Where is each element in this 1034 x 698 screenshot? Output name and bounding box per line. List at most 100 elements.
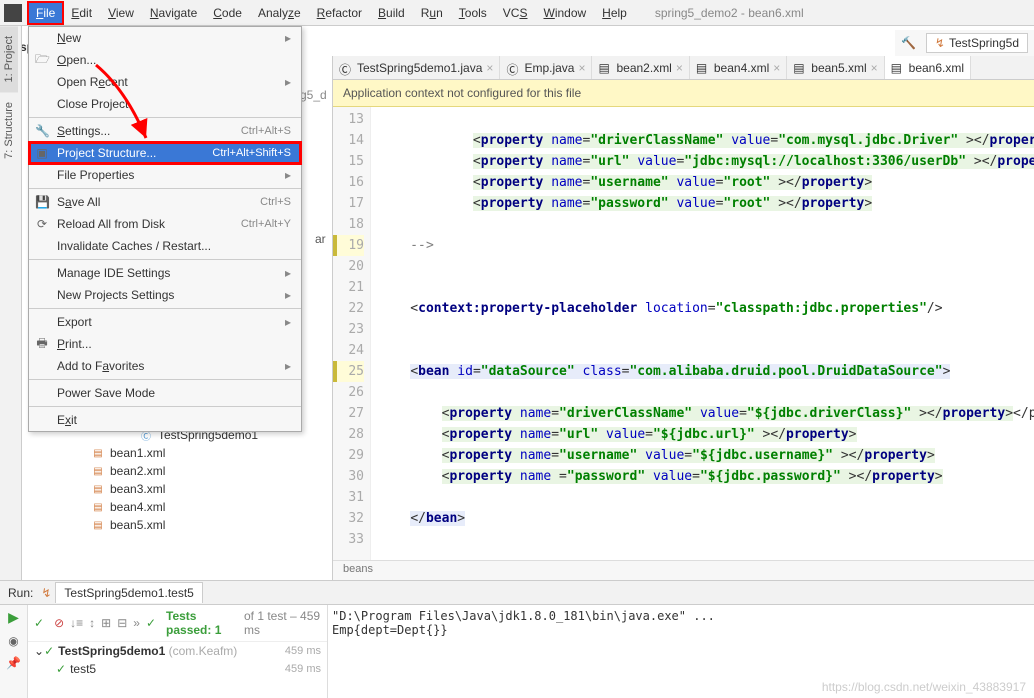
menu-view[interactable]: View <box>100 2 142 24</box>
menu-close-project[interactable]: Close Project <box>29 93 301 115</box>
menu-export[interactable]: Export▸ <box>29 311 301 333</box>
tree-file-bean5[interactable]: ▤bean5.xml <box>22 516 332 534</box>
run-config-selector[interactable]: ↯TestSpring5d <box>926 33 1028 53</box>
file-tabs: ⒸTestSpring5demo1.java× ⒸEmp.java× ▤bean… <box>333 56 1034 80</box>
close-icon[interactable]: × <box>871 61 878 75</box>
gutter: 1314151617181920212223242526272829303132… <box>333 107 371 560</box>
menu-code[interactable]: Code <box>205 2 250 24</box>
partial-5d: g5_d <box>300 88 327 102</box>
tab-structure[interactable]: 7: Structure <box>0 92 18 169</box>
tab-project[interactable]: 1: Project <box>0 26 18 92</box>
menu-help[interactable]: Help <box>594 2 635 24</box>
fail-icon[interactable]: ⊘ <box>54 616 64 630</box>
menu-vcs[interactable]: VCS <box>495 2 536 24</box>
run-header: Run: ↯ TestSpring5demo1.test5 <box>0 581 1034 605</box>
test-root[interactable]: ⌄✓TestSpring5demo1 (com.Keafm)459 ms <box>28 642 327 660</box>
output-line: "D:\Program Files\Java\jdk1.8.0_181\bin\… <box>332 609 1030 623</box>
pin-icon[interactable]: 📌 <box>6 656 21 670</box>
menu-navigate[interactable]: Navigate <box>142 2 205 24</box>
filter-icon[interactable]: ↕ <box>89 616 95 630</box>
tab-bean4[interactable]: ▤bean4.xml× <box>690 56 787 79</box>
tab-bean2[interactable]: ▤bean2.xml× <box>592 56 689 79</box>
menu-refactor[interactable]: Refactor <box>309 2 370 24</box>
menu-invalidate[interactable]: Invalidate Caches / Restart... <box>29 235 301 257</box>
menu-bar: File Edit View Navigate Code Analyze Ref… <box>0 0 1034 26</box>
sort-icon[interactable]: ↓≡ <box>70 616 83 630</box>
close-icon[interactable]: × <box>578 61 585 75</box>
test-tree: ✓ ⊘ ↓≡ ↕ ⊞ ⊟ » ✓Tests passed: 1 of 1 tes… <box>28 605 328 698</box>
watermark: https://blog.csdn.net/weixin_43883917 <box>822 680 1026 694</box>
tree-file-bean3[interactable]: ▤bean3.xml <box>22 480 332 498</box>
test-toolbar: ✓ ⊘ ↓≡ ↕ ⊞ ⊟ » ✓Tests passed: 1 of 1 tes… <box>28 605 327 642</box>
context-warning: Application context not configured for t… <box>333 80 1034 107</box>
menu-window[interactable]: Window <box>535 2 594 24</box>
code-content[interactable]: <property name="driverClassName" value="… <box>371 107 1034 560</box>
build-icon[interactable]: 🔨 <box>901 36 916 50</box>
close-icon[interactable]: × <box>773 61 780 75</box>
class-icon: Ⓒ <box>506 61 520 75</box>
run-tab[interactable]: TestSpring5demo1.test5 <box>55 582 202 603</box>
folder-icon: 🗁 <box>35 50 49 71</box>
menu-settings[interactable]: 🔧Settings...Ctrl+Alt+S <box>29 120 301 142</box>
tree-file-bean2[interactable]: ▤bean2.xml <box>22 462 332 480</box>
tab-testspring5demo1[interactable]: ⒸTestSpring5demo1.java× <box>333 56 500 79</box>
tab-emp[interactable]: ⒸEmp.java× <box>500 56 592 79</box>
menu-new[interactable]: New▸ <box>29 27 301 49</box>
xml-icon: ▤ <box>90 499 106 515</box>
structure-icon: ▣ <box>35 146 49 160</box>
xml-icon: ▤ <box>90 517 106 533</box>
menu-manage-ide[interactable]: Manage IDE Settings▸ <box>29 262 301 284</box>
tree-file-bean1[interactable]: ▤bean1.xml <box>22 444 332 462</box>
reload-icon: ⟳ <box>35 217 49 231</box>
close-icon[interactable]: × <box>676 61 683 75</box>
menu-build[interactable]: Build <box>370 2 413 24</box>
menu-exit[interactable]: Exit <box>29 409 301 431</box>
window-title: spring5_demo2 - bean6.xml <box>655 6 804 20</box>
menu-power-save[interactable]: Power Save Mode <box>29 382 301 404</box>
menu-file-properties[interactable]: File Properties▸ <box>29 164 301 186</box>
file-menu-dropdown: New▸ 🗁Open... Open Recent▸ Close Project… <box>28 26 302 432</box>
save-icon: 💾 <box>35 195 49 209</box>
xml-icon: ▤ <box>696 61 710 75</box>
menu-new-projects[interactable]: New Projects Settings▸ <box>29 284 301 306</box>
xml-icon: ▤ <box>891 61 905 75</box>
stop-icon[interactable]: ◉ <box>8 634 18 648</box>
expand-icon[interactable]: ⊞ <box>101 616 111 630</box>
breadcrumb[interactable]: beans <box>333 560 1034 580</box>
menu-analyze[interactable]: Analyze <box>250 2 309 24</box>
menu-project-structure[interactable]: ▣Project Structure...Ctrl+Alt+Shift+S <box>29 142 301 164</box>
xml-icon: ▤ <box>90 463 106 479</box>
print-icon: 🖶 <box>35 334 49 355</box>
run-label: Run: <box>8 586 33 600</box>
left-tool-tabs: 1: Project 7: Structure <box>0 26 22 586</box>
menu-save-all[interactable]: 💾Save AllCtrl+S <box>29 191 301 213</box>
menu-open-recent[interactable]: Open Recent▸ <box>29 71 301 93</box>
pass-icon[interactable]: ✓ <box>34 616 44 630</box>
collapse-icon[interactable]: ⊟ <box>117 616 127 630</box>
tab-bean5[interactable]: ▤bean5.xml× <box>787 56 884 79</box>
app-icon <box>4 4 22 22</box>
class-icon: Ⓒ <box>339 61 353 75</box>
menu-file[interactable]: File <box>28 2 63 24</box>
test-child[interactable]: ✓test5459 ms <box>28 660 327 678</box>
xml-icon: ▤ <box>90 445 106 461</box>
menu-reload[interactable]: ⟳Reload All from DiskCtrl+Alt+Y <box>29 213 301 235</box>
menu-open[interactable]: 🗁Open... <box>29 49 301 71</box>
output-line: Emp{dept=Dept{}} <box>332 623 1030 637</box>
toolbar-right: 🔨 ↯TestSpring5d <box>895 30 1034 56</box>
close-icon[interactable]: × <box>486 61 493 75</box>
wrench-icon: 🔧 <box>35 124 49 138</box>
menu-edit[interactable]: Edit <box>63 2 100 24</box>
tab-bean6[interactable]: ▤bean6.xml <box>885 56 971 79</box>
test-icon: ↯ <box>41 586 51 600</box>
code-area: 1314151617181920212223242526272829303132… <box>333 107 1034 560</box>
tree-file-bean4[interactable]: ▤bean4.xml <box>22 498 332 516</box>
menu-run[interactable]: Run <box>413 2 451 24</box>
rerun-icon[interactable]: ▶ <box>8 609 19 626</box>
xml-icon: ▤ <box>90 481 106 497</box>
run-toolbar: ▶ ◉ 📌 <box>0 605 28 698</box>
menu-tools[interactable]: Tools <box>451 2 495 24</box>
menu-print[interactable]: 🖶Print... <box>29 333 301 355</box>
test-icon: ↯ <box>935 36 945 50</box>
menu-favorites[interactable]: Add to Favorites▸ <box>29 355 301 377</box>
